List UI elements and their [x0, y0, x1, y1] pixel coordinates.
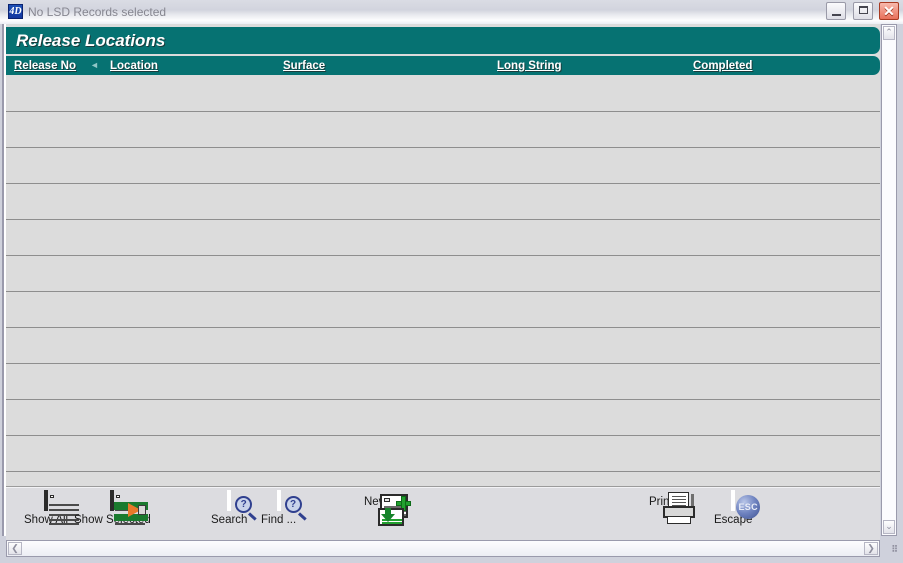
column-header-completed[interactable]: Completed	[693, 59, 752, 73]
table-row[interactable]	[6, 292, 880, 328]
resize-grip[interactable]: ⠿	[884, 542, 898, 556]
escape-icon: ESC	[731, 490, 761, 519]
magnifier-icon: ?	[276, 490, 307, 521]
scroll-right-button[interactable]: ❯	[864, 542, 878, 555]
search-button[interactable]: ? Search	[211, 490, 257, 527]
print-button[interactable]: Print	[649, 492, 695, 524]
column-header-location[interactable]: Location	[110, 59, 158, 73]
minimize-button[interactable]	[826, 2, 847, 20]
minimize-icon	[832, 14, 842, 16]
show-selected-button[interactable]: Show Selected	[74, 490, 151, 527]
scroll-up-button[interactable]: ⌃	[883, 26, 895, 40]
table-row[interactable]	[6, 436, 880, 472]
table-row[interactable]	[6, 184, 880, 220]
find-button[interactable]: ? Find ...	[261, 490, 307, 527]
table-row[interactable]	[6, 112, 880, 148]
column-header-surface[interactable]: Surface	[283, 59, 325, 73]
list-document-icon	[44, 490, 80, 525]
record-list-area: Release Locations Release No ◄ Location Sur…	[6, 24, 880, 536]
magnifier-icon: ?	[227, 490, 257, 521]
bottom-toolbar: Show All Show Selected? Search? Find ... New…	[6, 488, 880, 546]
horizontal-scrollbar[interactable]: ❮ ❯	[6, 540, 880, 557]
table-row[interactable]	[6, 364, 880, 400]
title-bar: 4D No LSD Records selected ✕	[0, 0, 903, 24]
scroll-down-button[interactable]: ⌄	[883, 520, 895, 534]
column-header-release-no[interactable]: Release No	[14, 59, 76, 73]
table-row[interactable]	[6, 400, 880, 436]
window-body: Release Locations Release No ◄ Location Sur…	[0, 24, 903, 563]
close-button[interactable]: ✕	[879, 2, 899, 20]
table-row[interactable]	[6, 256, 880, 292]
maximize-button[interactable]	[852, 2, 873, 20]
list-selected-icon	[110, 490, 149, 525]
table-row[interactable]	[6, 328, 880, 364]
page-title: Release Locations	[16, 31, 166, 50]
new-button[interactable]: New	[364, 492, 411, 526]
show-all-button[interactable]: Show All	[24, 490, 80, 527]
sort-indicator-icon[interactable]: ◄	[90, 61, 99, 70]
record-rows	[6, 76, 880, 536]
vertical-scrollbar[interactable]: ⌃ ⌄	[881, 24, 897, 536]
window-title: No LSD Records selected	[28, 5, 167, 19]
escape-button[interactable]: ESC Escape	[714, 490, 761, 527]
application-window: 4D No LSD Records selected ✕ Release Loc…	[0, 0, 903, 563]
window-controls: ✕	[824, 2, 899, 22]
maximize-icon	[858, 6, 868, 14]
table-row[interactable]	[6, 220, 880, 256]
table-row[interactable]	[6, 76, 880, 112]
panel-header: Release Locations	[6, 27, 880, 54]
column-header-row: Release No ◄ Location Surface Long String Com…	[6, 56, 880, 75]
table-row[interactable]	[6, 148, 880, 184]
app-icon-4d: 4D	[8, 4, 23, 19]
find-label: Find ...	[261, 514, 297, 526]
scroll-left-button[interactable]: ❮	[8, 542, 22, 555]
search-label: Search	[211, 514, 248, 526]
escape-badge: ESC	[736, 495, 761, 519]
column-header-long-string[interactable]: Long String	[497, 59, 562, 73]
close-icon: ✕	[883, 3, 895, 19]
